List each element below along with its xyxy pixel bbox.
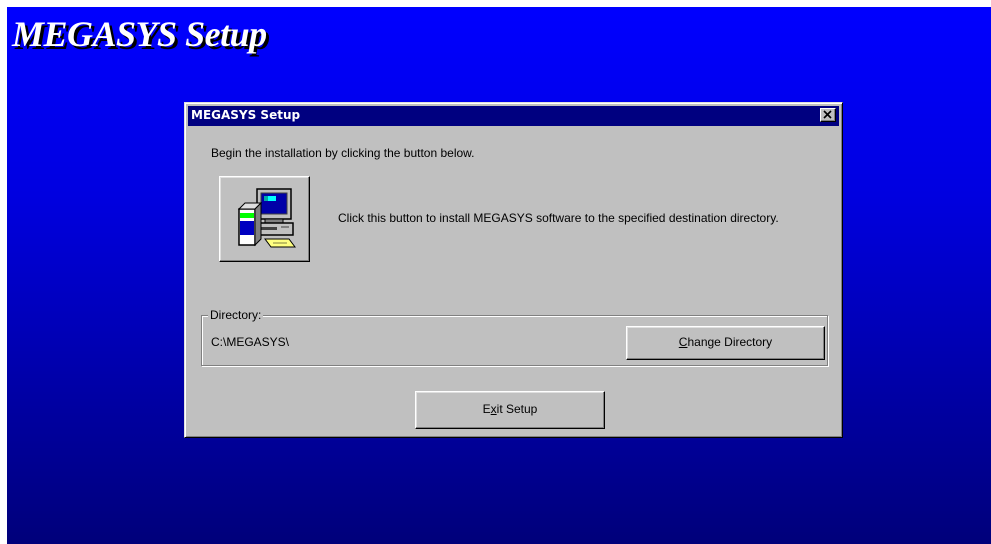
intro-text: Begin the installation by clicking the b… <box>211 146 475 160</box>
dialog-title: MEGASYS Setup <box>191 108 301 122</box>
setup-dialog: MEGASYS Setup Begin the installation by … <box>184 102 843 438</box>
setup-background: MEGASYS Setup MEGASYS Setup Begin the in… <box>7 7 991 544</box>
exit-setup-label: it Setup <box>496 402 538 416</box>
exit-setup-label-start: E <box>482 402 491 416</box>
directory-group: Directory: C:\MEGASYS\ Change Directory <box>201 308 828 366</box>
directory-label: Directory: <box>208 308 264 322</box>
dialog-titlebar[interactable]: MEGASYS Setup <box>188 106 839 126</box>
change-directory-label: hange Directory <box>687 335 773 349</box>
change-directory-button[interactable]: Change Directory <box>626 326 825 360</box>
exit-setup-button[interactable]: Exit Setup <box>415 391 605 429</box>
close-icon <box>823 110 832 119</box>
install-description: Click this button to install MEGASYS sof… <box>338 211 779 225</box>
close-button[interactable] <box>820 108 836 122</box>
banner-title: MEGASYS Setup <box>12 14 267 54</box>
computer-install-icon <box>237 188 296 248</box>
directory-path: C:\MEGASYS\ <box>211 335 290 349</box>
install-button[interactable] <box>219 176 310 262</box>
